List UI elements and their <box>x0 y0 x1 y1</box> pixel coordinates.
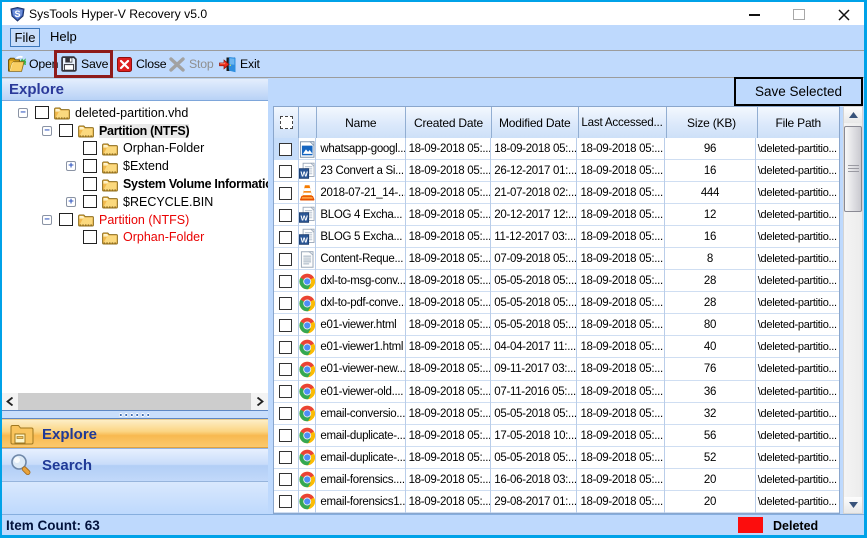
svg-text:S: S <box>14 9 20 19</box>
svg-text:W: W <box>300 236 308 245</box>
svg-text:W: W <box>300 214 308 223</box>
svg-text:W: W <box>300 170 308 179</box>
